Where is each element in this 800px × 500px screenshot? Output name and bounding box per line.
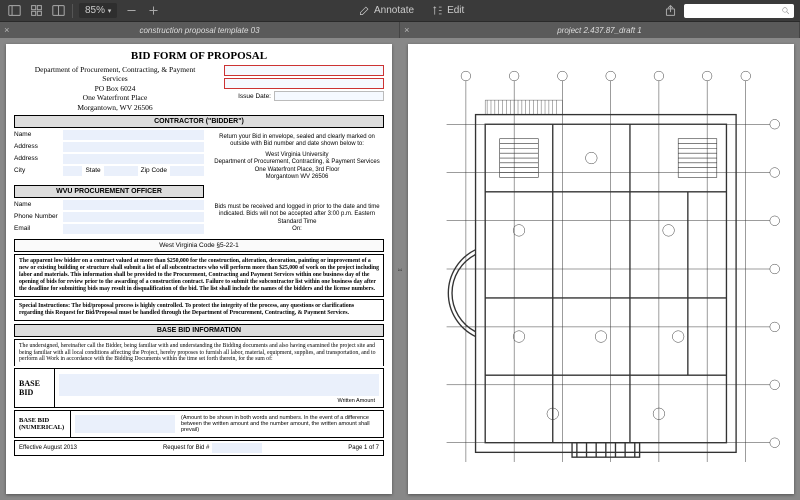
zip-input[interactable]	[170, 166, 204, 176]
tab-left[interactable]: ×construction proposal template 03	[0, 22, 400, 38]
grid-view-icon[interactable]	[28, 3, 44, 19]
blueprint-drawing[interactable]	[408, 44, 794, 494]
issue-date-input[interactable]	[274, 91, 384, 101]
effective-date: Effective August 2013	[19, 445, 77, 451]
form-page: BID FORM OF PROPOSAL Department of Procu…	[6, 44, 392, 494]
page-footer: Effective August 2013 Request for Bid # …	[14, 440, 384, 456]
pager: Page 1 of 7	[348, 445, 379, 451]
separator	[72, 4, 73, 18]
state-input[interactable]	[104, 166, 138, 176]
base-bid-row: BASEBID Written Amount	[14, 368, 384, 408]
search-input[interactable]	[684, 4, 794, 18]
phone-input[interactable]	[63, 212, 204, 222]
form-input[interactable]	[224, 78, 384, 89]
edit-button[interactable]: Edit	[426, 5, 470, 16]
workspace: BID FORM OF PROPOSAL Department of Procu…	[0, 38, 800, 500]
top-toolbar: 85% ▾ Annotate Edit	[0, 0, 800, 22]
legal-para1: The apparent low bidder on a contract va…	[14, 254, 384, 297]
name-input[interactable]	[63, 130, 204, 140]
officer-name-input[interactable]	[63, 200, 204, 210]
close-icon[interactable]: ×	[4, 25, 9, 35]
written-amount-input[interactable]	[59, 374, 379, 396]
left-pane: BID FORM OF PROPOSAL Department of Procu…	[0, 38, 398, 500]
zoom-out-icon[interactable]	[123, 3, 139, 19]
basebid-header: BASE BID INFORMATION	[14, 324, 384, 337]
list-view-icon[interactable]	[50, 3, 66, 19]
base-bid-numerical-row: BASE BID (NUMERICAL) (Amount to be shown…	[14, 410, 384, 438]
address2-input[interactable]	[63, 154, 204, 164]
issue-date-label: Issue Date:	[238, 93, 271, 100]
form-input[interactable]	[224, 65, 384, 76]
contractor-header: CONTRACTOR ("BIDDER")	[14, 115, 384, 128]
zoom-level[interactable]: 85% ▾	[79, 3, 117, 18]
request-bid-input[interactable]	[212, 443, 262, 453]
legal-para1b: Special Instructions: The bid/proposal p…	[14, 299, 384, 321]
contractor-form: Name Address Address City State Zip Code	[14, 130, 204, 182]
zoom-in-icon[interactable]	[145, 3, 161, 19]
page-title: BID FORM OF PROPOSAL	[14, 50, 384, 62]
address-input[interactable]	[63, 142, 204, 152]
numerical-amount-input[interactable]	[75, 415, 175, 433]
tab-right[interactable]: ×project 2.437.87_draft 1	[400, 22, 800, 38]
right-pane	[402, 38, 800, 500]
dept-block: Department of Procurement, Contracting, …	[14, 65, 216, 112]
header-fields: Issue Date:	[224, 65, 384, 112]
email-input[interactable]	[63, 224, 204, 234]
written-amount-label: Written Amount	[59, 398, 379, 404]
num-note: (Amount to be shown in both words and nu…	[181, 415, 379, 433]
deadline-text: Bids must be received and logged in prio…	[210, 200, 384, 236]
basebid-intro: The undersigned, hereinafter call the Bi…	[14, 339, 384, 367]
annotate-button[interactable]: Annotate	[353, 5, 420, 16]
sidebar-toggle-icon[interactable]	[6, 3, 22, 19]
share-icon[interactable]	[662, 3, 678, 19]
return-instructions: Return your Bid in envelope, sealed and …	[210, 130, 384, 182]
tab-bar: ×construction proposal template 03 ×proj…	[0, 22, 800, 38]
code-bar: West Virginia Code §5-22-1	[14, 239, 384, 252]
officer-form: Name Phone Number Email	[14, 200, 204, 236]
officer-header: WVU PROCUREMENT OFFICER	[14, 185, 204, 198]
city-input[interactable]	[63, 166, 82, 176]
close-icon[interactable]: ×	[404, 25, 409, 35]
